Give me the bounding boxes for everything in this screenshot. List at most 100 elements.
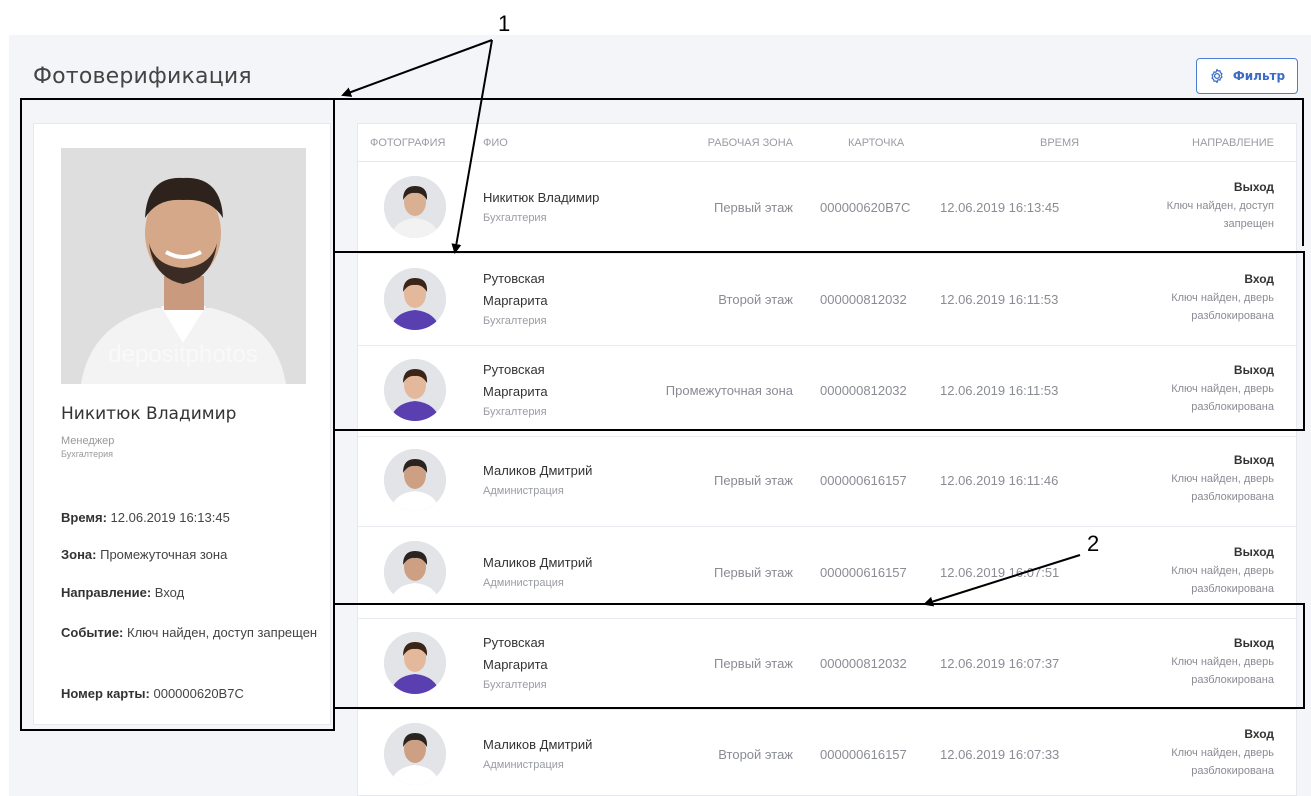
row-fio: Рутовская Маргарита Бухгалтерия <box>483 632 653 694</box>
person-name: Никитюк Владимир <box>61 404 237 424</box>
event-text: разблокирована <box>1191 674 1274 686</box>
filter-button-label: Фильтр <box>1232 69 1286 83</box>
row-card: 000000812032 <box>820 656 907 671</box>
row-fio: Маликов Дмитрий Администрация <box>483 734 653 774</box>
direction-label: Выход <box>1233 363 1274 377</box>
field-zone: Зона: Промежуточная зона <box>61 545 321 565</box>
table-header: ФОТОГРАФИЯ ФИО РАБОЧАЯ ЗОНА КАРТОЧКА ВРЕ… <box>358 124 1296 162</box>
row-direction: Вход Ключ найден, дверь разблокирована <box>1114 269 1274 325</box>
table-row[interactable]: Рутовская Маргарита Бухгалтерия Второй этаж… <box>358 255 1296 346</box>
event-text: разблокирована <box>1191 583 1274 595</box>
field-label: Направление: <box>61 585 152 600</box>
table-row[interactable]: Маликов Дмитрий Администрация Второй этаж 0… <box>358 710 1296 795</box>
row-card: 000000620B7C <box>820 200 911 215</box>
avatar <box>384 359 446 421</box>
field-card-number: Номер карты: 000000620B7C <box>61 684 321 704</box>
row-zone: Первый этаж <box>713 565 793 580</box>
field-direction: Направление: Вход <box>61 583 321 603</box>
row-name: Рутовская <box>483 362 545 377</box>
row-fio: Маликов Дмитрий Администрация <box>483 460 653 500</box>
events-table: ФОТОГРАФИЯ ФИО РАБОЧАЯ ЗОНА КАРТОЧКА ВРЕ… <box>357 123 1297 796</box>
field-event: Событие: Ключ найден, доступ запрещен <box>61 623 321 643</box>
field-label: Зона: <box>61 547 97 562</box>
event-text: Ключ найден, дверь <box>1171 292 1274 304</box>
row-fio: Никитюк Владимир Бухгалтерия <box>483 187 653 227</box>
filter-button[interactable]: Фильтр <box>1196 58 1298 94</box>
event-text: Ключ найден, дверь <box>1171 747 1274 759</box>
row-name: Маргарита <box>483 293 548 308</box>
row-time: 12.06.2019 16:11:53 <box>940 292 1059 307</box>
row-time: 12.06.2019 16:07:37 <box>940 656 1060 671</box>
column-card[interactable]: КАРТОЧКА <box>848 137 904 149</box>
row-time: 12.06.2019 16:07:33 <box>940 747 1060 762</box>
event-text: разблокирована <box>1191 491 1274 503</box>
event-text: разблокирована <box>1191 401 1274 413</box>
row-fio: Маликов Дмитрий Администрация <box>483 552 653 592</box>
column-fio[interactable]: ФИО <box>483 137 508 149</box>
gear-icon <box>1209 68 1225 84</box>
field-value: 12.06.2019 16:13:45 <box>106 510 230 525</box>
row-name: Рутовская <box>483 635 545 650</box>
event-text: Ключ найден, дверь <box>1171 565 1274 577</box>
row-zone: Промежуточная зона <box>665 383 793 398</box>
page-title: Фотоверификация <box>33 64 252 89</box>
row-name: Маликов Дмитрий <box>483 463 593 478</box>
direction-label: Выход <box>1233 453 1274 467</box>
person-photo: depositphotos <box>61 148 306 384</box>
event-text: Ключ найден, доступ <box>1166 200 1274 212</box>
row-zone: Первый этаж <box>713 473 793 488</box>
annotation-label-2: 2 <box>1087 531 1100 556</box>
table-row[interactable]: Рутовская Маргарита Бухгалтерия Первый этаж… <box>358 619 1296 710</box>
event-text: разблокирована <box>1191 765 1274 777</box>
field-value: Промежуточная зона <box>96 547 228 562</box>
row-name: Маргарита <box>483 657 548 672</box>
row-zone: Второй этаж <box>718 747 793 762</box>
table-row[interactable]: Рутовская Маргарита Бухгалтерия Промежуточн… <box>358 346 1296 437</box>
field-value: 000000620B7C <box>149 686 244 701</box>
row-direction: Выход Ключ найден, дверь разблокирована <box>1114 542 1274 598</box>
event-text: Ключ найден, дверь <box>1171 473 1274 485</box>
field-value: Ключ найден, доступ запрещен <box>123 625 318 640</box>
row-direction: Выход Ключ найден, доступ запрещен <box>1114 177 1274 233</box>
row-name: Маргарита <box>483 384 548 399</box>
column-time[interactable]: ВРЕМЯ <box>1040 137 1079 149</box>
row-time: 12.06.2019 16:07:51 <box>940 565 1060 580</box>
row-card: 000000616157 <box>820 747 907 762</box>
row-time: 12.06.2019 16:11:46 <box>940 473 1059 488</box>
row-zone: Первый этаж <box>713 656 793 671</box>
event-text: запрещен <box>1223 218 1274 230</box>
avatar <box>384 176 446 238</box>
row-card: 000000812032 <box>820 383 907 398</box>
event-text: Ключ найден, дверь <box>1171 383 1274 395</box>
table-row[interactable]: Маликов Дмитрий Администрация Первый этаж 0… <box>358 436 1296 527</box>
row-direction: Выход Ключ найден, дверь разблокирована <box>1114 360 1274 416</box>
field-label: Событие: <box>61 625 124 640</box>
watermark: depositphotos <box>108 341 257 368</box>
row-direction: Выход Ключ найден, дверь разблокирована <box>1114 633 1274 689</box>
field-label: Номер карты: <box>61 686 150 701</box>
column-direction[interactable]: НАПРАВЛЕНИЕ <box>1192 137 1274 149</box>
field-value: Вход <box>151 585 185 600</box>
field-time: Время: 12.06.2019 16:13:45 <box>61 508 321 528</box>
avatar <box>384 449 446 511</box>
row-department: Бухгалтерия <box>483 679 547 691</box>
column-zone[interactable]: РАБОЧАЯ ЗОНА <box>708 137 793 149</box>
direction-label: Вход <box>1244 272 1274 286</box>
person-role: Менеджер <box>61 435 115 447</box>
avatar <box>384 723 446 785</box>
table-row[interactable]: Маликов Дмитрий Администрация Первый этаж 0… <box>358 528 1296 619</box>
row-name: Рутовская <box>483 271 545 286</box>
row-department: Бухгалтерия <box>483 212 547 224</box>
row-zone: Второй этаж <box>718 292 793 307</box>
table-row[interactable]: Никитюк Владимир Бухгалтерия Первый этаж 00… <box>358 163 1296 254</box>
avatar <box>384 632 446 694</box>
row-fio: Рутовская Маргарита Бухгалтерия <box>483 268 653 330</box>
row-department: Бухгалтерия <box>483 315 547 327</box>
row-department: Администрация <box>483 577 564 589</box>
row-time: 12.06.2019 16:11:53 <box>940 383 1059 398</box>
column-photo[interactable]: ФОТОГРАФИЯ <box>370 137 445 149</box>
row-fio: Рутовская Маргарита Бухгалтерия <box>483 359 653 421</box>
row-direction: Выход Ключ найден, дверь разблокирована <box>1114 450 1274 506</box>
event-text: разблокирована <box>1191 310 1274 322</box>
direction-label: Выход <box>1233 636 1274 650</box>
